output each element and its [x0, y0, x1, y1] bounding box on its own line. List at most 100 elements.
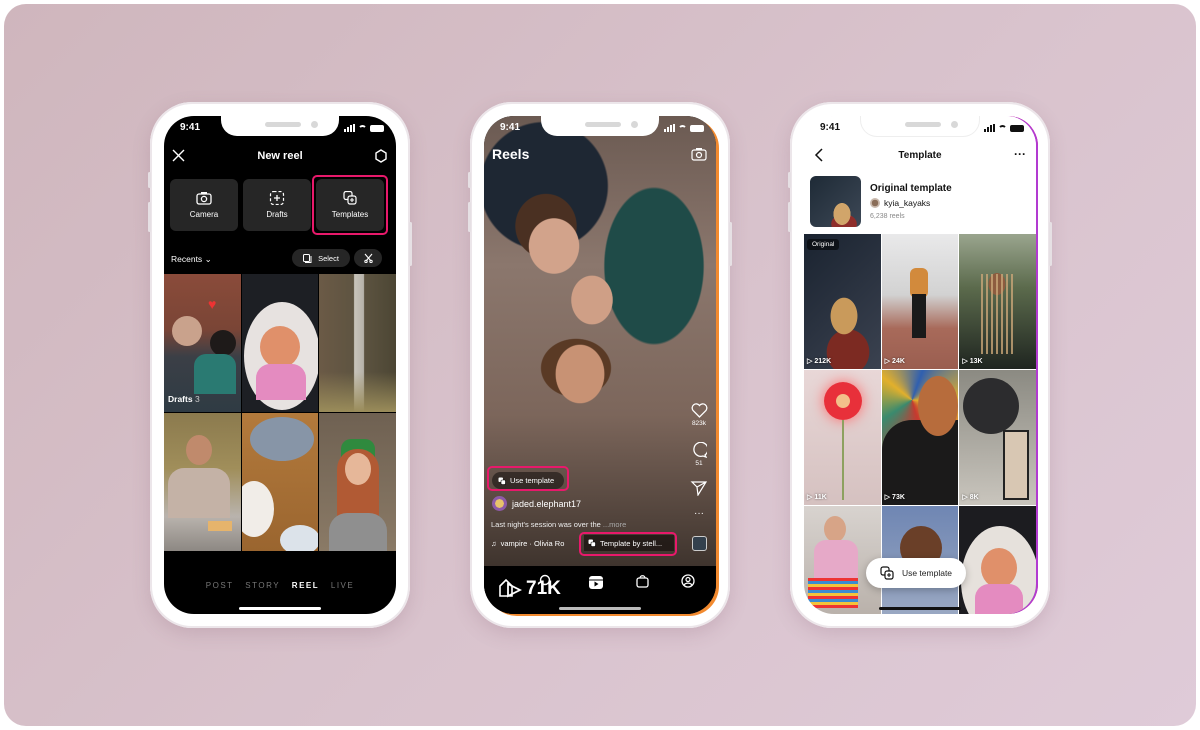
- signal-icon: [984, 124, 995, 132]
- media-thumb[interactable]: ♥ Drafts 3: [164, 274, 241, 412]
- camera-icon[interactable]: [691, 147, 707, 161]
- more-options-icon[interactable]: ···: [1014, 147, 1026, 161]
- media-grid: ♥ Drafts 3: [164, 274, 396, 551]
- screen: 9:41 New reel Camera Drafts Templates Re…: [164, 116, 396, 614]
- screen: 9:41 Template ··· Original template kyia…: [804, 116, 1036, 614]
- media-thumb[interactable]: [319, 413, 396, 551]
- tile-label: Camera: [189, 210, 219, 219]
- mode-post[interactable]: POST: [206, 581, 234, 590]
- reel-thumb[interactable]: [959, 506, 1036, 614]
- template-by-highlight: [579, 532, 677, 556]
- like-button[interactable]: 823k: [690, 403, 708, 427]
- media-thumb[interactable]: [319, 274, 396, 412]
- profile-icon[interactable]: [681, 574, 695, 588]
- screen: 9:41 Reels 823k 51 ··· Use template jade…: [484, 116, 716, 614]
- settings-gear-icon[interactable]: [374, 149, 388, 163]
- play-icon: ▷: [962, 494, 968, 501]
- reel-thumb[interactable]: ▷ 13K: [959, 234, 1036, 369]
- reel-thumb[interactable]: ▷ 24K: [881, 234, 959, 369]
- camera-icon: [196, 192, 212, 205]
- battery-icon: [370, 124, 384, 132]
- multi-select-icon: [303, 253, 312, 263]
- more-options-icon[interactable]: ···: [690, 508, 708, 519]
- avatar: [492, 496, 507, 511]
- close-icon[interactable]: [172, 149, 185, 162]
- mode-live[interactable]: LIVE: [331, 581, 354, 590]
- scissors-icon: [363, 253, 373, 263]
- phone-reels: 9:41 Reels 823k 51 ··· Use template jade…: [468, 102, 732, 628]
- reel-thumb[interactable]: [804, 506, 881, 614]
- battery-icon: [690, 124, 704, 132]
- reel-author[interactable]: jaded.elephant17: [492, 496, 581, 511]
- home-indicator: [239, 607, 321, 610]
- heart-icon: [691, 403, 707, 418]
- media-thumb[interactable]: [164, 413, 241, 551]
- comment-button[interactable]: 51: [690, 441, 709, 467]
- mode-selector: POST STORY REEL LIVE: [164, 581, 396, 590]
- audio-track[interactable]: ♫ vampire · Olivia Ro: [491, 539, 564, 548]
- status-time: 9:41: [500, 122, 521, 133]
- templates-icon: [880, 566, 894, 580]
- page-title: Reels: [492, 146, 530, 162]
- music-note-icon: ♫: [491, 539, 497, 548]
- wifi-icon: [998, 124, 1007, 132]
- shop-bag-icon[interactable]: [636, 574, 649, 588]
- home-indicator: [879, 607, 961, 610]
- trim-button[interactable]: [354, 249, 382, 267]
- status-time: 9:41: [820, 122, 841, 133]
- signal-icon: [664, 124, 675, 132]
- template-author[interactable]: kyia_kayaks: [870, 198, 930, 208]
- reel-thumb[interactable]: ▷ 73K: [881, 370, 959, 505]
- avatar: [870, 198, 880, 208]
- camera-tile[interactable]: Camera: [170, 179, 238, 231]
- drafts-icon: [269, 191, 285, 205]
- template-thumbnail[interactable]: [810, 176, 861, 227]
- reel-thumb[interactable]: ▷ 8K: [959, 370, 1036, 505]
- reels-icon[interactable]: [589, 576, 603, 589]
- bottom-nav: 71K: [484, 566, 716, 614]
- play-icon: ▷: [807, 358, 813, 365]
- select-button[interactable]: Select: [292, 249, 350, 267]
- media-thumb[interactable]: [241, 274, 319, 412]
- comment-bubble-icon: [693, 441, 709, 459]
- status-bar: 9:41: [804, 122, 1036, 136]
- username: jaded.elephant17: [512, 498, 582, 509]
- reel-thumb[interactable]: Original ▷ 212K: [804, 234, 881, 369]
- phone-new-reel: 9:41 New reel Camera Drafts Templates Re…: [148, 102, 412, 628]
- templates-highlight: [312, 175, 388, 235]
- mode-story[interactable]: STORY: [245, 581, 280, 590]
- tile-label: Drafts: [266, 210, 288, 219]
- template-name: Original template: [870, 183, 952, 194]
- home-icon[interactable]: [498, 576, 522, 598]
- drafts-tile[interactable]: Drafts: [243, 179, 311, 231]
- media-thumb[interactable]: [241, 413, 319, 551]
- audio-thumbnail[interactable]: [692, 536, 707, 551]
- drafts-label: Drafts 3: [168, 394, 200, 404]
- status-bar: 9:41: [164, 122, 396, 136]
- search-icon[interactable]: [539, 574, 553, 588]
- reel-thumb[interactable]: ▷ 11K: [804, 370, 881, 505]
- home-indicator: [559, 607, 641, 610]
- like-count: 823k: [691, 420, 707, 427]
- original-badge: Original: [807, 239, 840, 250]
- status-bar: 9:41: [484, 122, 716, 136]
- share-send-icon[interactable]: [690, 481, 708, 496]
- page-title: Template: [898, 150, 942, 161]
- play-icon: ▷: [884, 358, 891, 365]
- signal-icon: [344, 124, 355, 132]
- page-title: New reel: [257, 150, 303, 162]
- use-template-button[interactable]: Use template: [866, 558, 966, 588]
- heart-sticker-icon: ♥: [208, 296, 217, 312]
- battery-icon: [1010, 124, 1024, 132]
- recents-dropdown[interactable]: Recents ⌄: [171, 254, 212, 265]
- play-icon: ▷: [962, 358, 968, 365]
- use-template-highlight: [487, 466, 569, 491]
- template-reels-grid: Original ▷ 212K ▷ 24K ▷ 13K ▷ 11K ▷ 73K …: [804, 234, 1036, 614]
- wifi-icon: [678, 124, 687, 132]
- comment-count: 51: [695, 460, 703, 467]
- chevron-down-icon: ⌄: [204, 254, 212, 264]
- reels-count: 6,238 reels: [870, 213, 905, 220]
- background-card: 9:41 New reel Camera Drafts Templates Re…: [4, 4, 1196, 726]
- caption[interactable]: Last night's session was over the ...mor…: [491, 520, 626, 529]
- mode-reel[interactable]: REEL: [292, 581, 319, 590]
